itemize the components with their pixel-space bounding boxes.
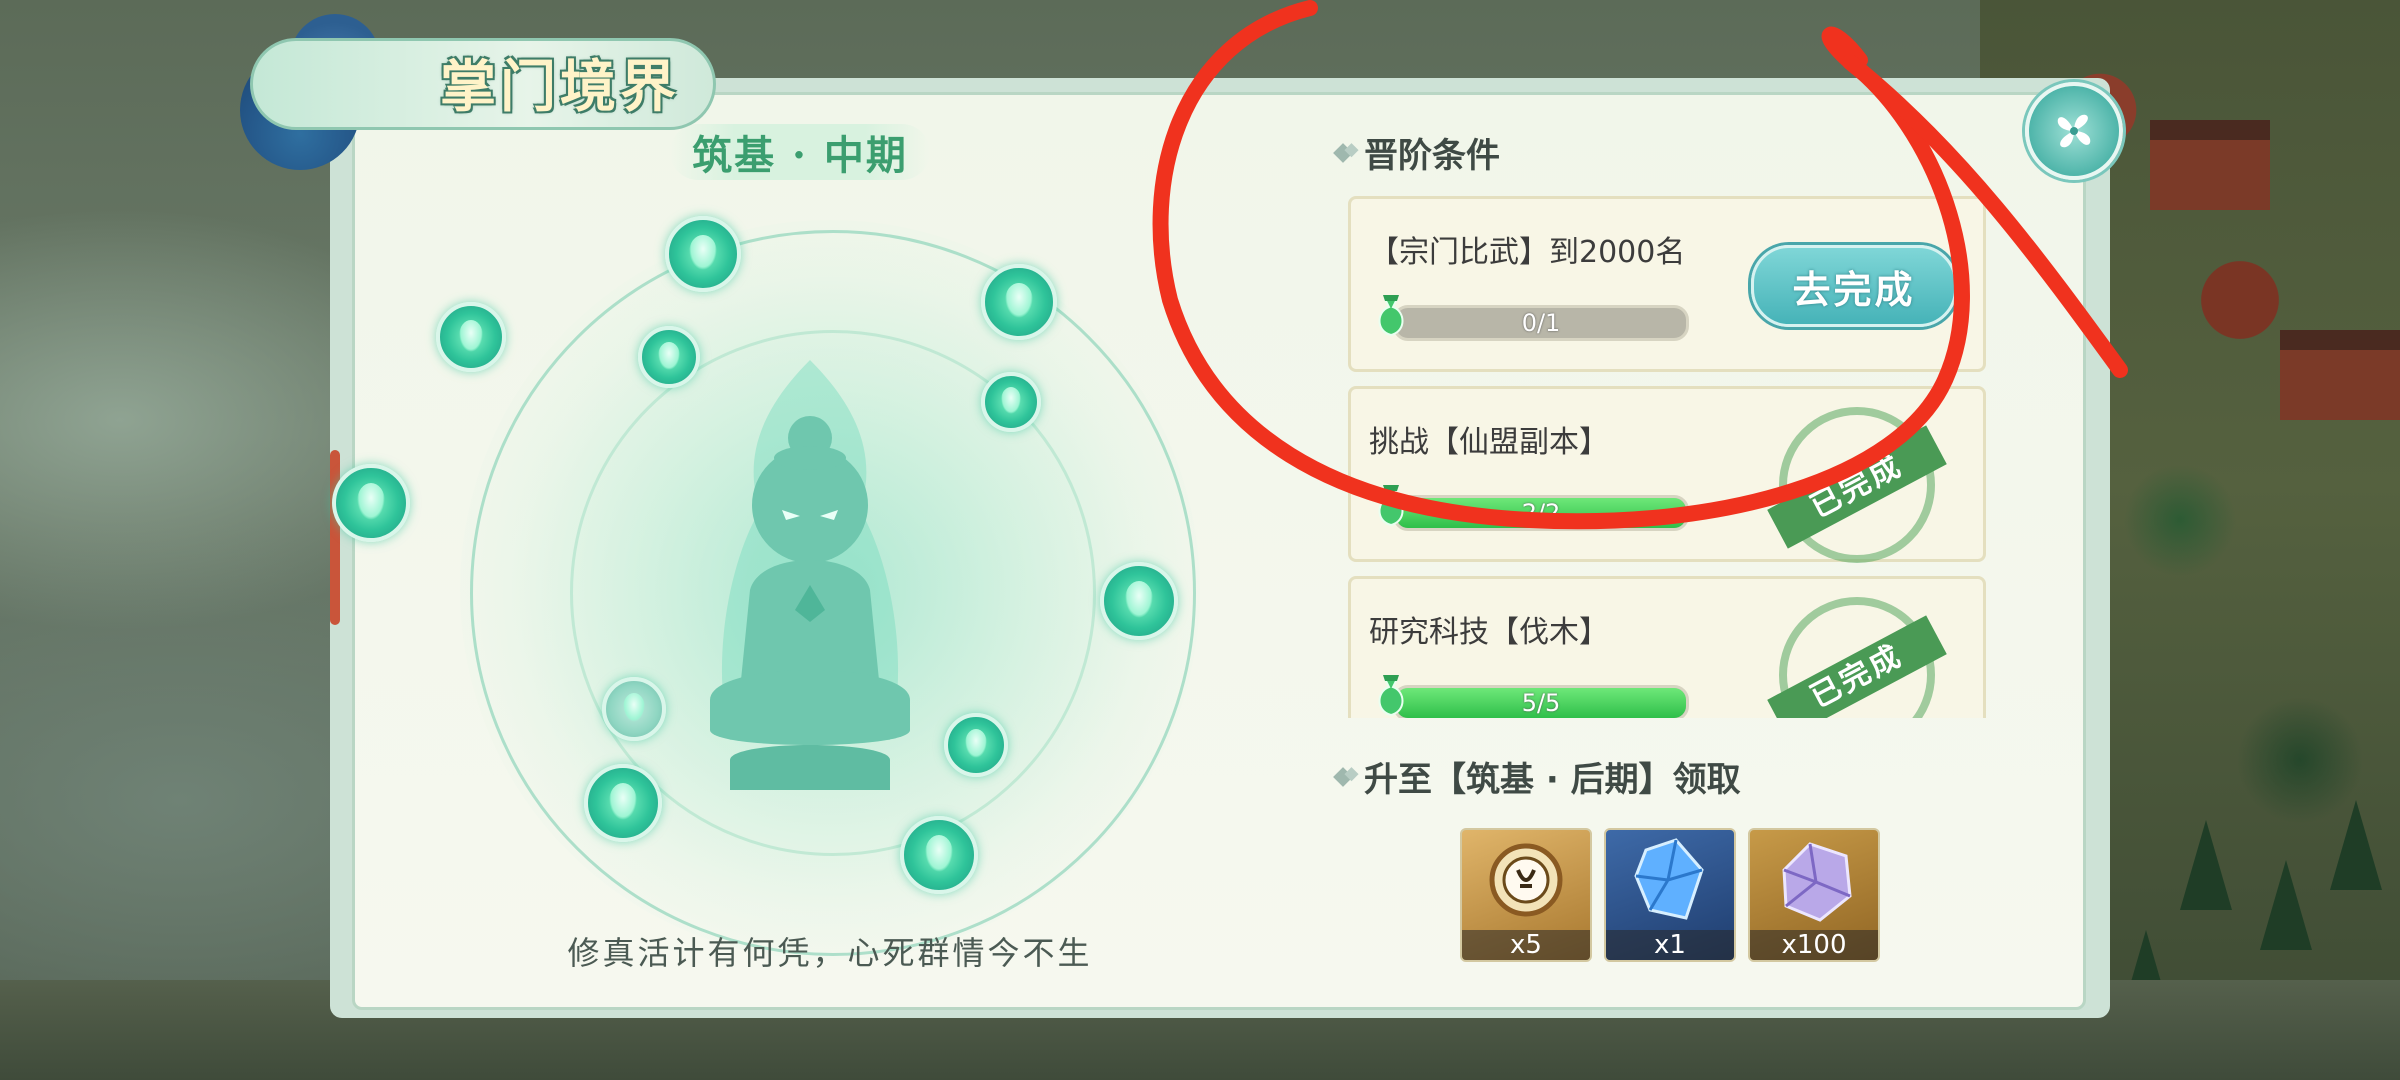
tree-icon	[2180, 820, 2232, 910]
progress-text: 5/5	[1521, 689, 1561, 717]
condition-progress-bar: 5/5	[1393, 685, 1689, 718]
reward-item[interactable]: x100	[1748, 828, 1880, 962]
title-banner: 掌门境界	[240, 14, 720, 170]
realm-stage-text: 筑基 · 中期	[692, 132, 908, 179]
progress-text: 2/2	[1521, 499, 1561, 527]
realm-node[interactable]	[900, 816, 978, 894]
blue-crystal-icon	[1634, 838, 1704, 920]
conditions-list[interactable]: 【宗门比武】到2000名 0/1 去完成 挑战【仙盟副本】 2/2 已完成 研究…	[1336, 188, 2002, 718]
progress-text: 0/1	[1521, 309, 1561, 337]
pouch-icon	[1378, 675, 1404, 717]
conditions-heading-text: 晋阶条件	[1364, 136, 1500, 176]
reward-count: x1	[1606, 930, 1734, 960]
realm-node[interactable]	[436, 302, 506, 372]
building-icon	[2150, 120, 2270, 210]
cultivator-figure-icon	[710, 360, 910, 790]
close-button[interactable]	[2025, 82, 2123, 180]
reward-count: x5	[1462, 930, 1590, 960]
completed-stamp-text: 已完成	[1767, 615, 1947, 718]
realm-stage-label: 筑基 · 中期	[670, 124, 930, 180]
condition-item: 研究科技【伐木】 5/5 已完成	[1348, 576, 1986, 718]
realm-motto: 修真活计有何凭，心死群情今不生	[567, 934, 1093, 972]
condition-progress-bar: 0/1	[1393, 305, 1689, 341]
realm-node[interactable]	[1100, 562, 1178, 640]
reward-item[interactable]: x5	[1460, 828, 1592, 962]
condition-title: 挑战【仙盟副本】	[1369, 425, 1609, 460]
realm-node[interactable]	[602, 677, 666, 741]
token-icon	[1489, 843, 1563, 917]
tree-icon	[2330, 800, 2382, 890]
realm-display: 筑基 · 中期 修真活计有何凭，心死群情今不生	[332, 110, 1290, 990]
building-icon	[2280, 330, 2400, 420]
reward-count: x100	[1750, 930, 1878, 960]
condition-progress-bar: 2/2	[1393, 495, 1689, 531]
realm-node[interactable]	[584, 764, 662, 842]
realm-node[interactable]	[981, 372, 1041, 432]
realm-node[interactable]	[638, 326, 700, 388]
realm-node[interactable]	[332, 464, 410, 542]
purple-stone-icon	[1782, 842, 1852, 922]
diamond-icon	[1333, 766, 1353, 787]
completed-stamp: 已完成	[1767, 597, 1947, 718]
condition-title: 研究科技【伐木】	[1369, 615, 1609, 650]
reward-item[interactable]: x1	[1604, 828, 1736, 962]
tree-icon	[2260, 860, 2312, 950]
diamond-icon	[1333, 142, 1353, 163]
close-icon	[2057, 114, 2091, 148]
realm-node[interactable]	[981, 264, 1057, 340]
completed-stamp-text: 已完成	[1767, 425, 1947, 549]
completed-stamp: 已完成	[1767, 407, 1947, 563]
side-tab-marker	[330, 450, 340, 625]
realm-node[interactable]	[944, 713, 1008, 777]
condition-title: 【宗门比武】到2000名	[1369, 235, 1686, 270]
go-complete-button[interactable]: 去完成	[1751, 245, 1957, 327]
pouch-icon	[1378, 295, 1404, 337]
conditions-heading: 晋阶条件	[1333, 128, 1500, 177]
rewards-heading: 升至【筑基 · 后期】领取	[1333, 752, 1741, 801]
pouch-icon	[1378, 485, 1404, 527]
realm-node[interactable]	[665, 216, 741, 292]
condition-item: 【宗门比武】到2000名 0/1 去完成	[1348, 196, 1986, 372]
rewards-heading-text: 升至【筑基 · 后期】领取	[1364, 760, 1741, 800]
condition-item: 挑战【仙盟副本】 2/2 已完成	[1348, 386, 1986, 563]
